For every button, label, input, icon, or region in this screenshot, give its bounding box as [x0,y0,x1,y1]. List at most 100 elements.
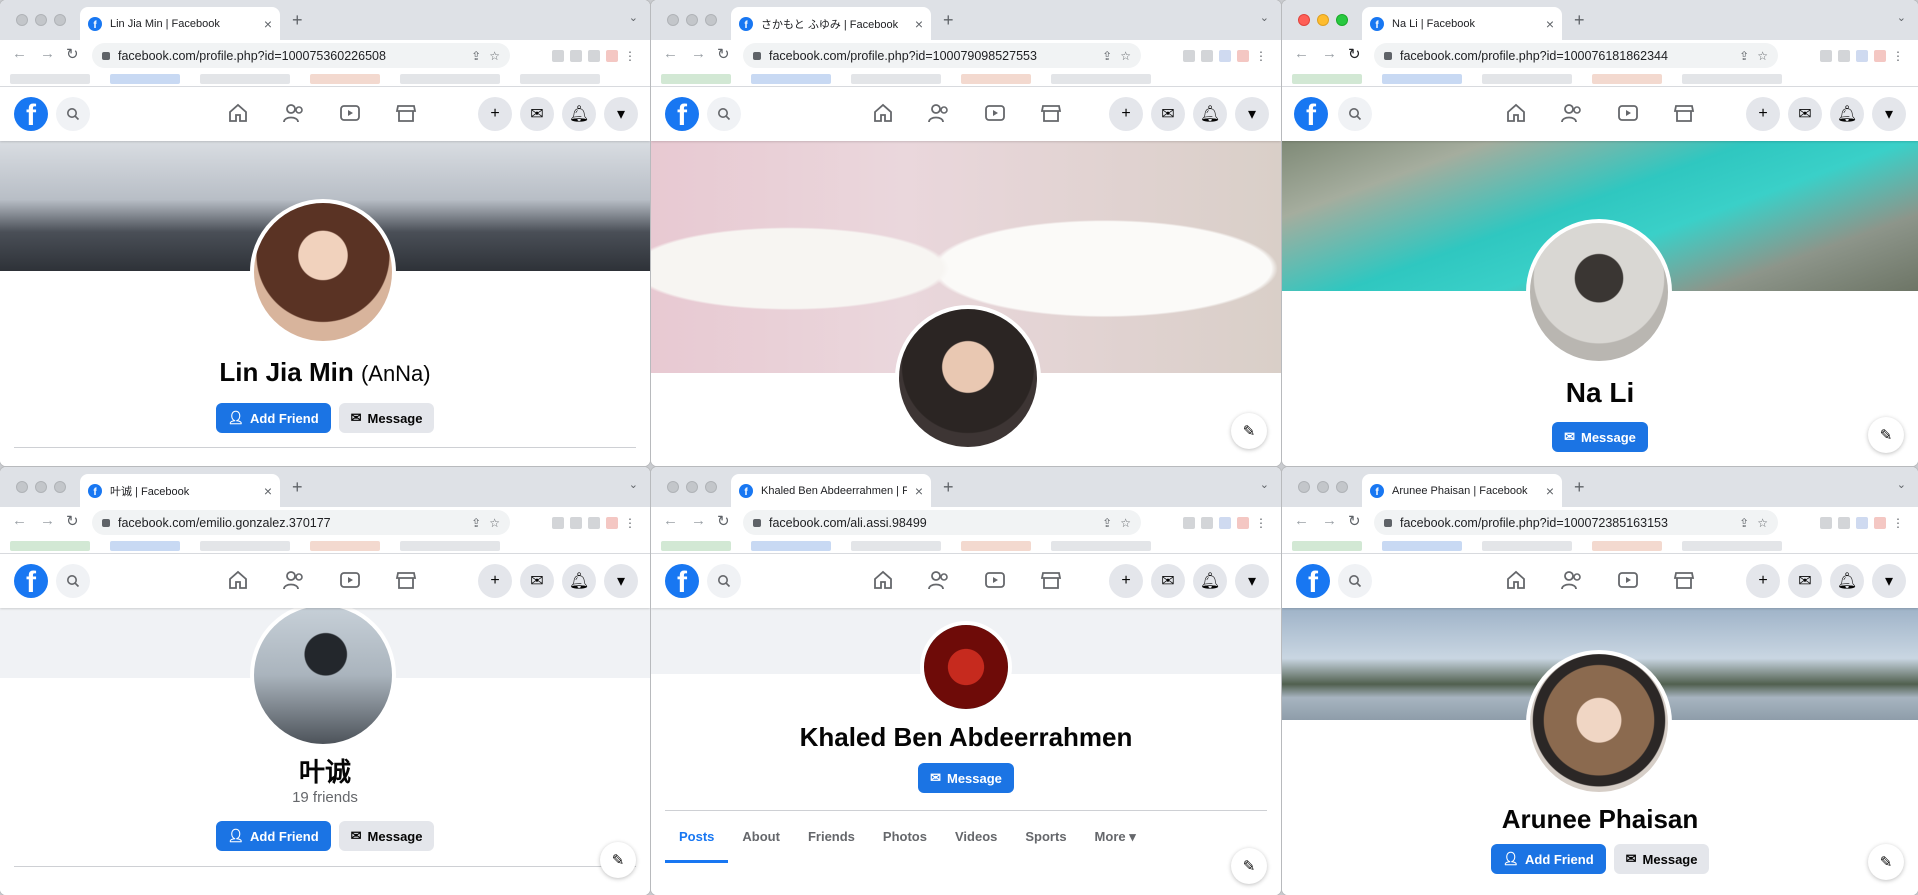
bookmark-item[interactable] [200,541,290,551]
new-tab-icon[interactable]: + [943,10,954,31]
bookmark-item[interactable] [1292,541,1362,551]
back-icon[interactable]: ← [1294,45,1309,62]
friends-icon[interactable] [927,101,951,125]
close-tab-icon[interactable]: × [1546,483,1554,499]
address-bar[interactable]: facebook.com/ali.assi.98499 ⇪ ☆ [743,510,1141,535]
back-icon[interactable]: ← [12,45,27,62]
account-chevron-icon[interactable]: ▾ [1235,564,1269,598]
bookmark-item[interactable] [1682,74,1782,84]
bookmark-item[interactable] [751,541,831,551]
forward-icon[interactable]: → [40,45,55,62]
tab-photos[interactable]: Photos [869,811,941,863]
watch-icon[interactable] [983,101,1007,125]
search-button[interactable] [707,97,741,131]
bookmark-item[interactable] [1592,541,1662,551]
tab-about[interactable]: About [728,811,794,863]
bookmark-item[interactable] [751,74,831,84]
browser-tab[interactable]: f Arunee Phaisan | Facebook × [1362,474,1562,507]
facebook-logo-icon[interactable]: f [14,564,48,598]
close-window-button[interactable] [667,14,679,26]
bookmark-item[interactable] [1051,541,1151,551]
browser-tab[interactable]: f さかもと ふゆみ | Facebook × [731,7,931,40]
profile-avatar[interactable] [1526,650,1672,796]
edit-compose-button[interactable]: ✎ [1231,413,1267,449]
create-plus-icon[interactable]: + [478,564,512,598]
bookmark-star-icon[interactable]: ☆ [489,516,500,530]
forward-icon[interactable]: → [1322,512,1337,529]
extension-icon[interactable] [1820,517,1832,529]
tab-videos[interactable]: Videos [941,811,1011,863]
extension-icon[interactable] [1838,517,1850,529]
close-window-button[interactable] [667,481,679,493]
extension-icon[interactable] [1237,517,1249,529]
browser-menu-icon[interactable]: ⋮ [624,516,636,530]
marketplace-icon[interactable] [394,568,418,592]
watch-icon[interactable] [338,568,362,592]
add-friend-button[interactable]: 👤︎ Add Friend [215,403,331,433]
notifications-bell-icon[interactable]: 🔔︎ [1830,97,1864,131]
address-bar[interactable]: facebook.com/profile.php?id=100076181862… [1374,43,1778,68]
reload-icon[interactable]: ↻ [717,45,730,63]
bookmark-item[interactable] [200,74,290,84]
new-tab-icon[interactable]: + [1574,477,1585,498]
browser-tab[interactable]: f Lin Jia Min | Facebook × [80,7,280,40]
extension-icon[interactable] [1219,517,1231,529]
facebook-logo-icon[interactable]: f [665,97,699,131]
extension-icon[interactable] [552,50,564,62]
extension-icon[interactable] [588,517,600,529]
create-plus-icon[interactable]: + [1746,97,1780,131]
bookmark-item[interactable] [1682,541,1782,551]
zoom-window-button[interactable] [705,14,717,26]
bookmark-item[interactable] [110,74,180,84]
bookmark-star-icon[interactable]: ☆ [1757,516,1768,530]
close-window-button[interactable] [16,14,28,26]
extension-icon[interactable] [552,517,564,529]
minimize-window-button[interactable] [35,481,47,493]
browser-tab[interactable]: f Khaled Ben Abdeerrahmen | Fa × [731,474,931,507]
share-icon[interactable]: ⇪ [471,516,481,530]
share-icon[interactable]: ⇪ [471,49,481,63]
message-button[interactable]: ✉ Message [1613,844,1710,874]
share-icon[interactable]: ⇪ [1102,49,1112,63]
bookmark-item[interactable] [10,74,90,84]
create-plus-icon[interactable]: + [1746,564,1780,598]
bookmark-item[interactable] [661,74,731,84]
extension-icon[interactable] [1201,517,1213,529]
friends-icon[interactable] [1560,101,1584,125]
add-friend-button[interactable]: 👤︎ Add Friend [215,821,331,851]
search-button[interactable] [1338,564,1372,598]
zoom-window-button[interactable] [54,14,66,26]
message-button[interactable]: ✉ Message [338,821,435,851]
browser-menu-icon[interactable]: ⋮ [1255,516,1267,530]
forward-icon[interactable]: → [691,45,706,62]
messenger-icon[interactable]: ✉ [520,97,554,131]
browser-menu-icon[interactable]: ⋮ [1892,49,1904,63]
bookmark-item[interactable] [110,541,180,551]
reload-icon[interactable]: ↻ [1348,45,1361,63]
marketplace-icon[interactable] [394,101,418,125]
search-button[interactable] [56,564,90,598]
bookmark-star-icon[interactable]: ☆ [1120,516,1131,530]
bookmark-item[interactable] [10,541,90,551]
share-icon[interactable]: ⇪ [1739,516,1749,530]
watch-icon[interactable] [983,568,1007,592]
notifications-bell-icon[interactable]: 🔔︎ [562,564,596,598]
facebook-logo-icon[interactable]: f [1296,564,1330,598]
tab-search-chevron-icon[interactable]: ⌄ [629,11,638,24]
search-button[interactable] [707,564,741,598]
marketplace-icon[interactable] [1672,101,1696,125]
profile-avatar[interactable] [920,621,1012,713]
extension-icon[interactable] [1201,50,1213,62]
messenger-icon[interactable]: ✉ [1788,564,1822,598]
close-tab-icon[interactable]: × [1546,16,1554,32]
home-icon[interactable] [1504,568,1528,592]
tab-sports[interactable]: Sports [1011,811,1080,863]
minimize-window-button[interactable] [1317,14,1329,26]
address-bar[interactable]: facebook.com/emilio.gonzalez.370177 ⇪ ☆ [92,510,510,535]
back-icon[interactable]: ← [12,512,27,529]
bookmark-item[interactable] [400,74,500,84]
extension-icon[interactable] [1874,50,1886,62]
browser-menu-icon[interactable]: ⋮ [624,49,636,63]
browser-tab[interactable]: f 叶诚 | Facebook × [80,474,280,507]
tab-search-chevron-icon[interactable]: ⌄ [1260,11,1269,24]
